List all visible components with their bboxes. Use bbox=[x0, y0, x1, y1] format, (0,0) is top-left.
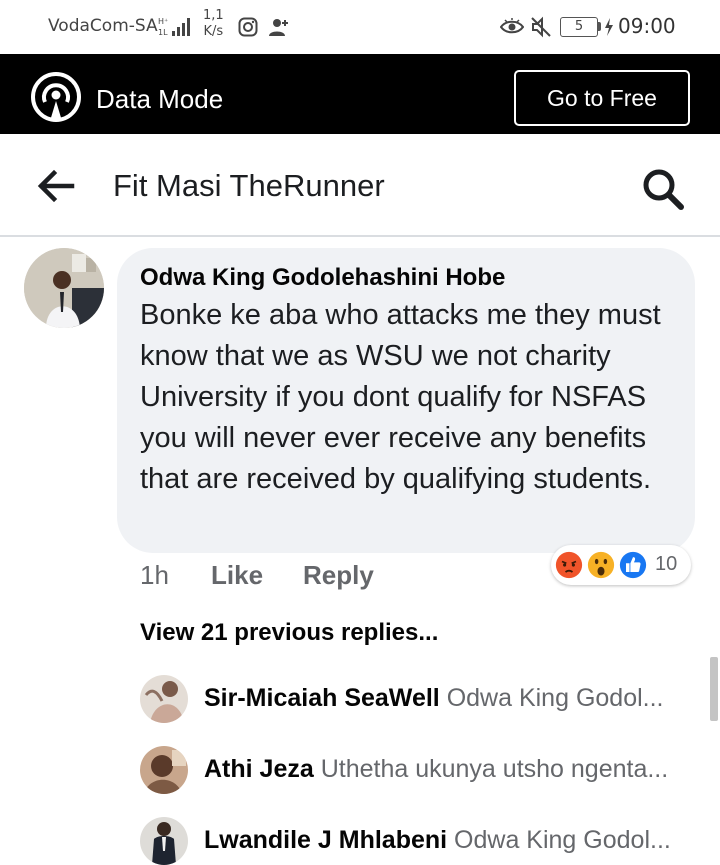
status-bar: VodaCom-SA H⁺ 1L 1,1 K/s 5 09:00 bbox=[0, 0, 720, 54]
eye-comfort-icon bbox=[500, 18, 524, 34]
view-previous-replies-link[interactable]: View 21 previous replies... bbox=[140, 619, 438, 647]
comment-text: Bonke ke aba who attacks me they must kn… bbox=[140, 299, 661, 495]
comment-author[interactable]: Odwa King Godolehashini Hobe bbox=[140, 262, 673, 294]
like-button[interactable]: Like bbox=[211, 560, 263, 591]
avatar[interactable] bbox=[140, 746, 188, 794]
reply-item[interactable]: Lwandile J Mhlabeni Odwa King Godol... bbox=[140, 817, 690, 865]
page-title: Fit Masi TheRunner bbox=[113, 168, 385, 203]
reply-author[interactable]: Athi Jeza bbox=[204, 755, 314, 783]
like-reaction-icon bbox=[617, 549, 649, 581]
network-speed: 1,1 K/s bbox=[203, 8, 224, 40]
arrow-left-icon[interactable] bbox=[36, 168, 76, 204]
svg-text:H⁺: H⁺ bbox=[158, 17, 168, 26]
battery-icon: 5 bbox=[560, 17, 598, 37]
reply-line: Athi Jeza Uthetha ukunya utsho ngenta... bbox=[204, 755, 694, 784]
scrollbar[interactable] bbox=[710, 657, 718, 721]
avatar[interactable] bbox=[24, 248, 104, 328]
search-icon[interactable] bbox=[640, 166, 686, 212]
signal-icon: H⁺ 1L bbox=[158, 17, 190, 37]
clock: 09:00 bbox=[618, 14, 676, 38]
instagram-icon bbox=[238, 17, 258, 37]
svg-text:1L: 1L bbox=[158, 28, 168, 37]
reply-item[interactable]: Athi Jeza Uthetha ukunya utsho ngenta... bbox=[140, 746, 690, 796]
reply-line: Lwandile J Mhlabeni Odwa King Godol... bbox=[204, 826, 694, 855]
add-person-icon bbox=[269, 19, 288, 36]
reply-author[interactable]: Sir-Micaiah SeaWell bbox=[204, 684, 440, 712]
speed-unit: K/s bbox=[203, 24, 224, 39]
reaction-summary[interactable]: 10 bbox=[551, 545, 691, 585]
reply-author[interactable]: Lwandile J Mhlabeni bbox=[204, 826, 447, 854]
speed-value: 1,1 bbox=[203, 8, 224, 23]
go-to-free-button[interactable]: Go to Free bbox=[514, 70, 690, 126]
reply-item[interactable]: Sir-Micaiah SeaWell Odwa King Godol... bbox=[140, 675, 690, 725]
data-mode-bar: Data Mode Go to Free bbox=[0, 54, 720, 134]
reply-text: Odwa King Godol... bbox=[454, 826, 671, 854]
reply-text: Odwa King Godol... bbox=[446, 684, 664, 712]
charging-icon bbox=[605, 18, 613, 36]
data-mode-label: Data Mode bbox=[96, 84, 224, 114]
avatar-photo bbox=[140, 746, 188, 794]
avatar[interactable] bbox=[140, 675, 188, 723]
comment-bubble: Odwa King Godolehashini Hobe Bonke ke ab… bbox=[117, 248, 695, 553]
avatar-photo bbox=[24, 248, 104, 328]
reply-button[interactable]: Reply bbox=[303, 560, 374, 591]
mute-icon bbox=[531, 16, 551, 38]
wow-reaction-icon bbox=[585, 549, 617, 581]
avatar-photo bbox=[140, 675, 188, 723]
avatar-photo bbox=[140, 817, 188, 865]
avatar[interactable] bbox=[140, 817, 188, 865]
battery-tip bbox=[598, 22, 601, 31]
reaction-count: 10 bbox=[655, 553, 678, 575]
comment-timestamp[interactable]: 1h bbox=[140, 560, 169, 591]
broadcast-icon bbox=[31, 72, 81, 122]
angry-reaction-icon bbox=[553, 549, 585, 581]
page-header: Fit Masi TheRunner bbox=[0, 134, 720, 237]
reply-text: Uthetha ukunya utsho ngenta... bbox=[320, 755, 669, 783]
carrier-name: VodaCom-SA bbox=[48, 16, 158, 36]
reply-line: Sir-Micaiah SeaWell Odwa King Godol... bbox=[204, 684, 694, 713]
